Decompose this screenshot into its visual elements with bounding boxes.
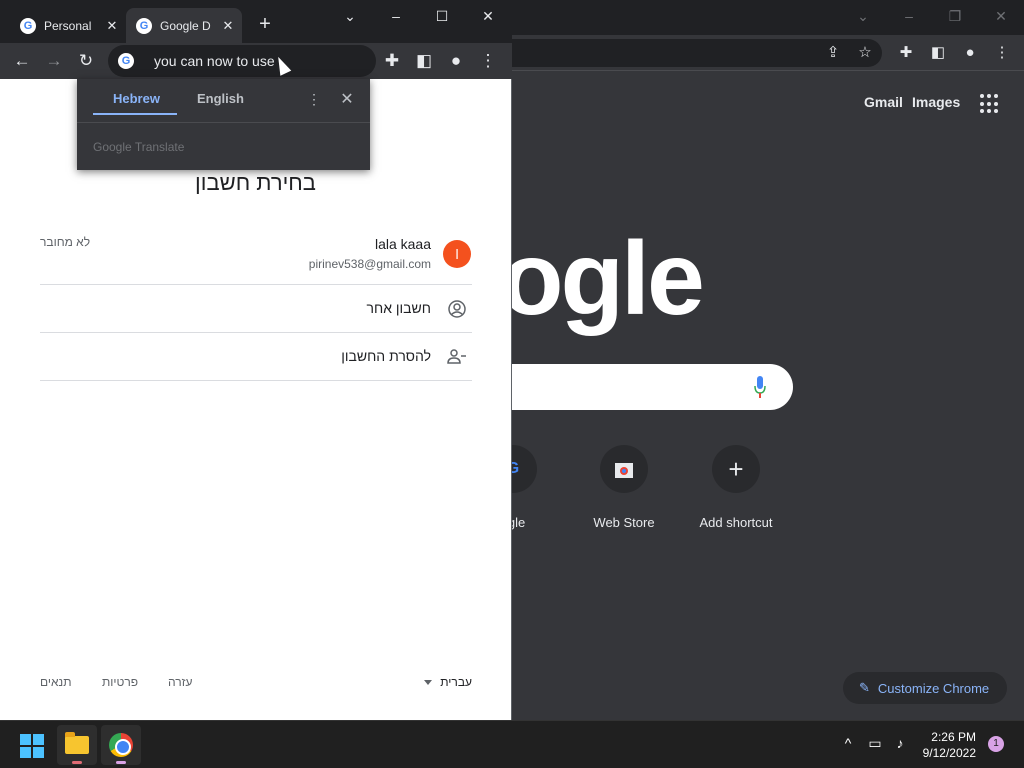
active-tab-indicator — [93, 113, 177, 115]
google-favicon-icon: G — [136, 17, 152, 34]
toolbar: ← → ↻ G you can now to use ✚ ◧ ● ⋮ — [0, 43, 512, 79]
account-row[interactable]: לא מחובר lala kaaa pirinev538@gmail.com … — [40, 229, 472, 285]
use-another-account-label: חשבון אחר — [366, 300, 431, 316]
microphone-icon[interactable] — [754, 376, 766, 398]
tab-title: Personal — [44, 18, 92, 33]
profile-icon[interactable]: ● — [960, 43, 980, 63]
omnibox[interactable]: G you can now to use — [108, 45, 376, 77]
use-another-account-row[interactable]: חשבון אחר — [40, 285, 472, 333]
dropdown-arrow-icon — [424, 679, 433, 685]
foreground-chrome-window: G Personal ✕ G Google D ✕ + ⌄ – ☐ ✕ ← → … — [0, 0, 512, 720]
minimize-icon[interactable]: – — [381, 4, 411, 28]
account-chooser-page: בחירת חשבון לא מחובר lala kaaa pirinev53… — [0, 79, 511, 720]
language-select[interactable]: עברית — [424, 675, 472, 689]
language-label: עברית — [440, 675, 472, 689]
windows-start-icon[interactable] — [20, 734, 44, 758]
bookmark-star-icon[interactable]: ☆ — [855, 43, 875, 63]
extensions-icon[interactable]: ✚ — [896, 43, 916, 63]
close-icon[interactable]: ✕ — [989, 6, 1013, 26]
account-email: pirinev538@gmail.com — [308, 257, 431, 271]
shortcut-label: Web Store — [593, 515, 655, 530]
clock-time: 2:26 PM — [931, 730, 976, 744]
plus-icon: + — [712, 445, 760, 493]
tab-personal[interactable]: G Personal ✕ — [10, 8, 124, 43]
tab-strip: G Personal ✕ G Google D ✕ + ⌄ – ☐ ✕ — [0, 0, 512, 43]
remove-account-row[interactable]: להסרת החשבון — [40, 333, 472, 381]
reload-icon[interactable]: ↻ — [74, 49, 98, 73]
ntp-search-box[interactable] — [470, 364, 793, 410]
google-favicon-icon: G — [118, 53, 134, 69]
tab-hebrew[interactable]: Hebrew — [113, 91, 160, 106]
menu-icon[interactable]: ⋮ — [476, 49, 500, 73]
signed-out-status: לא מחובר — [40, 235, 91, 249]
clock-date: 9/12/2022 — [922, 746, 976, 760]
back-icon[interactable]: ← — [10, 49, 34, 73]
profile-icon[interactable]: ● — [444, 49, 468, 73]
tab-search-icon[interactable]: ⌄ — [851, 6, 875, 26]
privacy-link[interactable]: פרטיות — [102, 675, 138, 689]
tab-search-icon[interactable]: ⌄ — [335, 4, 365, 28]
side-panel-icon[interactable]: ◧ — [412, 49, 436, 73]
remove-account-label: להסרת החשבון — [341, 348, 431, 364]
web-store-icon — [600, 445, 648, 493]
customize-chrome-button[interactable]: ✎ Customize Chrome — [843, 672, 1007, 704]
notification-badge[interactable]: 1 — [988, 736, 1004, 752]
tab-google-docs[interactable]: G Google D ✕ — [126, 8, 242, 43]
tab-title: Google D — [160, 18, 211, 33]
background-omnibox[interactable]: ⇪ ☆ — [480, 39, 882, 67]
app-running-indicator — [116, 761, 126, 764]
show-hidden-icons-icon[interactable]: ^ — [838, 735, 858, 751]
close-icon[interactable]: ✕ — [473, 4, 503, 28]
forward-icon[interactable]: → — [42, 49, 66, 73]
maximize-icon[interactable]: ☐ — [427, 4, 457, 28]
images-link[interactable]: Images — [912, 94, 960, 110]
shortcut-label: Add shortcut — [699, 515, 773, 530]
tab-close-icon[interactable]: ✕ — [220, 18, 236, 34]
share-icon[interactable]: ⇪ — [823, 43, 843, 63]
shortcut-web-store[interactable]: Web Store — [569, 445, 679, 530]
more-options-icon[interactable]: ⋮ — [307, 91, 321, 108]
omnibox-text[interactable]: you can now to use — [154, 53, 275, 69]
help-link[interactable]: עזרה — [168, 675, 193, 689]
clock[interactable]: 2:26 PM 9/12/2022 — [918, 729, 976, 761]
account-name: lala kaaa — [374, 236, 431, 252]
folder-icon — [65, 732, 89, 754]
pencil-icon: ✎ — [859, 680, 870, 695]
restore-icon[interactable]: ❐ — [943, 6, 967, 26]
new-tab-icon[interactable]: + — [250, 12, 280, 36]
side-panel-icon[interactable]: ◧ — [928, 43, 948, 63]
gmail-link[interactable]: Gmail — [864, 94, 903, 110]
app-running-indicator — [72, 761, 82, 764]
customize-label: Customize Chrome — [877, 680, 990, 696]
minimize-icon[interactable]: – — [897, 6, 921, 26]
translate-language-tabs: Hebrew English ⋮ ✕ — [77, 79, 370, 123]
account-circle-icon — [448, 300, 466, 318]
google-favicon-icon: G — [20, 17, 36, 34]
translate-popup: Hebrew English ⋮ ✕ Google Translate — [77, 79, 370, 170]
close-icon[interactable]: ✕ — [339, 89, 355, 109]
google-logo: ogle — [500, 221, 705, 337]
google-translate-brand: Google Translate — [93, 140, 185, 154]
shortcut-add[interactable]: + Add shortcut — [681, 445, 791, 530]
tab-english[interactable]: English — [197, 91, 244, 106]
taskbar: ^ ▭ ♪ 2:26 PM 9/12/2022 1 — [0, 720, 1024, 768]
volume-icon[interactable]: ♪ — [890, 735, 910, 751]
person-remove-icon — [447, 349, 466, 364]
page-footer: תנאים פרטיות עזרה עברית — [40, 675, 472, 695]
google-apps-icon[interactable] — [980, 94, 1000, 114]
page-title: בחירת חשבון — [195, 170, 316, 195]
chrome-icon — [109, 733, 133, 757]
network-icon[interactable]: ▭ — [865, 735, 885, 752]
menu-icon[interactable]: ⋮ — [992, 43, 1012, 63]
chrome-button[interactable] — [101, 725, 141, 765]
extensions-icon[interactable]: ✚ — [380, 49, 404, 73]
terms-link[interactable]: תנאים — [40, 675, 72, 689]
avatar: l — [443, 240, 471, 268]
file-explorer-button[interactable] — [57, 725, 97, 765]
tab-close-icon[interactable]: ✕ — [104, 18, 120, 34]
